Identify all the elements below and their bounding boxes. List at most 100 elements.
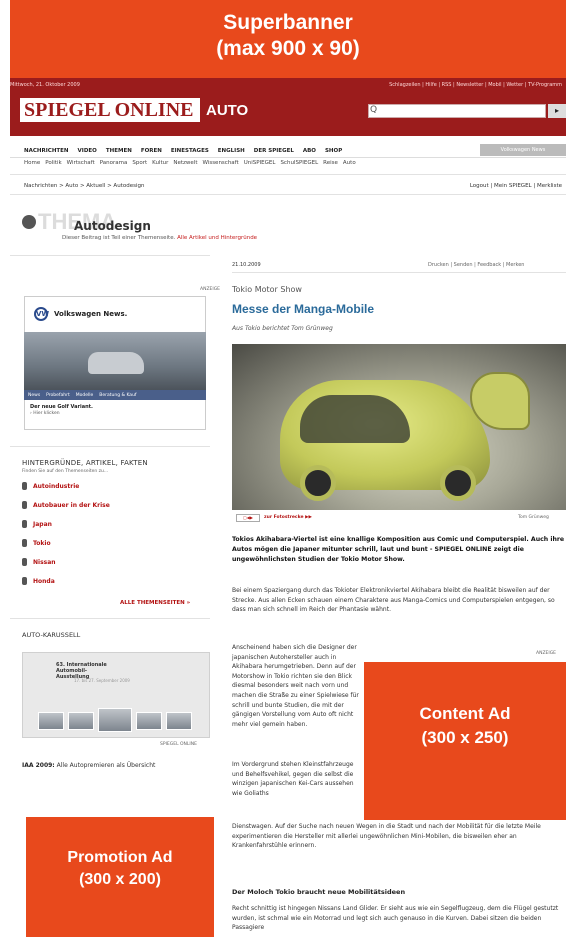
nav-item[interactable]: VIDEO: [78, 148, 97, 154]
thema-pin-icon: [22, 215, 36, 229]
nav-item[interactable]: FOREN: [141, 148, 162, 154]
topic-link[interactable]: Tokio: [22, 539, 51, 547]
subnav-item[interactable]: Netzwelt: [173, 160, 197, 166]
pin-icon: [22, 539, 27, 547]
vw-tab[interactable]: News: [28, 393, 40, 398]
topic-label: Nissan: [33, 558, 56, 566]
section-label[interactable]: AUTO: [206, 102, 248, 119]
topic-link[interactable]: Honda: [22, 577, 55, 585]
divider: [10, 194, 566, 195]
topic-link[interactable]: Nissan: [22, 558, 56, 566]
search-button[interactable]: ▸: [548, 104, 566, 118]
pin-icon: [22, 501, 27, 509]
divider: [10, 618, 210, 619]
superbanner-size: (max 900 x 90): [216, 37, 360, 60]
divider: [10, 174, 566, 175]
pin-icon: [22, 482, 27, 490]
background-heading: HINTERGRÜNDE, ARTIKEL, FAKTEN: [22, 459, 148, 467]
article-date: 21.10.2009: [232, 262, 261, 268]
article-paragraph: Bei einem Spaziergang durch das Tokioter…: [232, 587, 555, 614]
pin-icon: [22, 520, 27, 528]
promotion-ad[interactable]: Promotion Ad (300 x 200): [26, 817, 214, 937]
breadcrumb[interactable]: Nachrichten > Auto > Aktuell > Autodesig…: [24, 183, 144, 189]
vw-ad-headline: Der neue Golf Variant.: [30, 404, 93, 410]
ad-label: ANZEIGE: [536, 651, 557, 656]
photo-credit: Tom Grünweg: [518, 515, 549, 520]
nav-item[interactable]: ENGLISH: [218, 148, 245, 154]
karussell-thumb[interactable]: [166, 712, 192, 730]
subnav-item[interactable]: Wissenschaft: [202, 160, 238, 166]
thema-all-link[interactable]: Alle Artikel und Hintergründe: [177, 235, 257, 241]
nav-item[interactable]: NACHRICHTEN: [24, 148, 69, 154]
nav-item[interactable]: DER SPIEGEL: [254, 148, 294, 154]
content-ad-label: Content Ad: [419, 704, 511, 723]
search-input[interactable]: [368, 104, 546, 118]
nav-item[interactable]: ABO: [303, 148, 316, 154]
article-kicker: Tokio Motor Show: [232, 285, 302, 294]
gallery-link[interactable]: zur Fotostrecke ▶▶: [264, 515, 312, 520]
nav-item[interactable]: THEMEN: [106, 148, 132, 154]
article-actions[interactable]: Drucken | Senden | Feedback | Merken: [428, 262, 524, 268]
car-wheel: [440, 465, 476, 501]
vw-tab[interactable]: Beratung & Kauf: [99, 393, 136, 398]
vw-ad-link[interactable]: › Hier klicken: [30, 411, 60, 416]
karussell-heading: AUTO-KARUSSELL: [22, 631, 81, 639]
search-icon: Q: [370, 105, 378, 115]
superbanner-ad[interactable]: Superbanner (max 900 x 90): [10, 0, 566, 78]
site-logo[interactable]: SPIEGEL ONLINE: [20, 98, 200, 122]
content-ad[interactable]: Content Ad (300 x 250): [364, 662, 566, 820]
subnav-item[interactable]: UniSPIEGEL: [244, 160, 276, 166]
iaa-text: Alle Autopremieren als Übersicht: [56, 762, 156, 769]
topic-link[interactable]: Japan: [22, 520, 52, 528]
divider: [10, 446, 210, 447]
subnav-item[interactable]: SchulSPIEGEL: [280, 160, 318, 166]
karussell-thumb[interactable]: [38, 712, 64, 730]
header-toplinks[interactable]: Schlagzeilen | Hilfe | RSS | Newsletter …: [389, 82, 562, 88]
subnav-item[interactable]: Home: [24, 160, 40, 166]
subnav-item[interactable]: Reise: [323, 160, 338, 166]
karussell-date: 17. bis 27. September 2009: [74, 678, 130, 683]
header-date: Mittwoch, 21. Oktober 2009: [10, 82, 80, 88]
car-wheel: [300, 465, 336, 501]
content-ad-size: (300 x 250): [421, 728, 509, 747]
logo-text: SPIEGEL ONLINE: [24, 98, 194, 121]
ad-label: ANZEIGE: [200, 287, 221, 292]
subnav-item[interactable]: Auto: [343, 160, 356, 166]
subnav-item[interactable]: Panorama: [100, 160, 128, 166]
account-links[interactable]: Logout | Mein SPIEGEL | Merkliste: [470, 183, 562, 189]
nav-vw-ad[interactable]: Volkswagen News: [480, 144, 566, 156]
subnav-item[interactable]: Wirtschaft: [67, 160, 95, 166]
karussell-thumb[interactable]: [98, 708, 132, 732]
thema-desc-text: Dieser Beitrag ist Teil einer Themenseit…: [62, 235, 176, 241]
promo-label: Promotion Ad: [67, 849, 173, 866]
karussell-thumb[interactable]: [136, 712, 162, 730]
vw-tab[interactable]: Modelle: [76, 393, 94, 398]
karussell-credit: SPIEGEL ONLINE: [160, 742, 197, 747]
vw-logo-icon: VW: [34, 307, 49, 321]
thema-title[interactable]: Autodesign: [74, 219, 151, 233]
promo-size: (300 x 200): [79, 871, 161, 888]
topic-label: Tokio: [33, 539, 51, 547]
superbanner-label: Superbanner: [223, 11, 353, 34]
all-topics-link[interactable]: ALLE THEMENSEITEN »: [120, 600, 190, 606]
sub-nav: Home Politik Wirtschaft Panorama Sport K…: [24, 160, 356, 166]
topic-link[interactable]: Autobauer in der Krise: [22, 501, 110, 509]
car-window: [300, 395, 410, 443]
article-title: Messe der Manga-Mobile: [232, 302, 375, 316]
vw-tab[interactable]: Probefahrt: [46, 393, 70, 398]
nav-item[interactable]: SHOP: [325, 148, 342, 154]
topic-label: Autobauer in der Krise: [33, 501, 110, 509]
karussell-thumb[interactable]: [68, 712, 94, 730]
subnav-item[interactable]: Politik: [45, 160, 61, 166]
iaa-link[interactable]: IAA 2009: Alle Autopremieren als Übersic…: [22, 762, 155, 769]
vw-ad-title: Volkswagen News.: [54, 310, 128, 318]
nav-item[interactable]: EINESTAGES: [171, 148, 209, 154]
gallery-icon[interactable]: ▢◀▶: [236, 514, 260, 522]
topic-link[interactable]: Autoindustrie: [22, 482, 79, 490]
iaa-label: IAA 2009:: [22, 762, 55, 769]
article-paragraph: Anscheinend haben sich die Designer der …: [232, 644, 359, 728]
vw-ad-tabs: News Probefahrt Modelle Beratung & Kauf: [24, 390, 206, 400]
subnav-item[interactable]: Sport: [132, 160, 147, 166]
subnav-item[interactable]: Kultur: [152, 160, 168, 166]
article-author: Aus Tokio berichtet Tom Grünweg: [232, 325, 333, 332]
